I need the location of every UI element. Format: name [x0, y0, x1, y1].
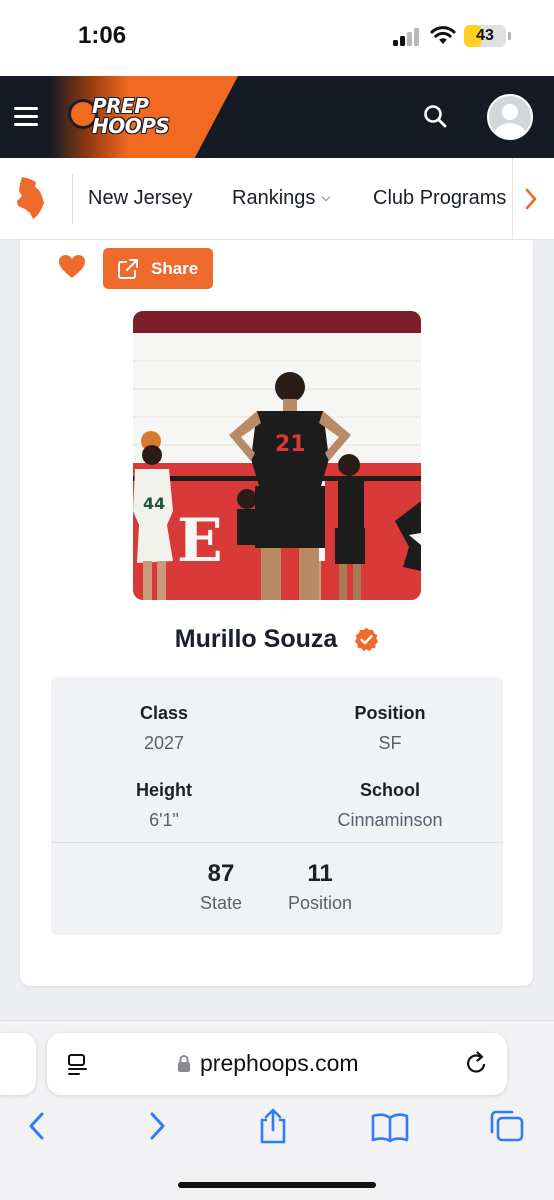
menu-icon[interactable]	[14, 107, 38, 127]
back-icon[interactable]	[26, 1108, 48, 1144]
bookmarks-icon[interactable]	[370, 1108, 410, 1144]
favorite-heart-icon[interactable]	[58, 254, 86, 280]
battery-level: 43	[476, 27, 494, 44]
player-name: Murillo Souza	[174, 624, 338, 653]
new-jersey-state-icon[interactable]	[16, 176, 46, 220]
nav-item-label: Rankings	[232, 187, 316, 209]
share-label: Share	[151, 259, 199, 278]
share-sheet-icon[interactable]	[256, 1108, 290, 1144]
state-navigation: New Jersey Rankings ⌵ Club Programs	[0, 158, 554, 240]
reload-icon[interactable]	[465, 1051, 489, 1077]
nav-item-club-programs[interactable]: Club Programs	[373, 187, 506, 210]
stat-school[interactable]: School Cinnaminson	[277, 780, 503, 831]
prephoops-logo[interactable]: PREP HOOPS	[66, 93, 176, 139]
rank-value: 11	[307, 860, 333, 887]
stat-label: School	[359, 780, 420, 800]
battery-nub	[508, 32, 511, 40]
stat-value: 6'1"	[149, 810, 179, 830]
user-avatar[interactable]	[487, 94, 533, 140]
rank-state: 87 State	[171, 860, 271, 914]
nav-item-new-jersey[interactable]: New Jersey	[88, 187, 192, 210]
rank-label: State	[199, 893, 243, 913]
wifi-icon	[430, 26, 456, 44]
battery-indicator: 43	[464, 25, 506, 47]
nav-divider	[72, 174, 73, 224]
svg-text:E: E	[177, 506, 223, 576]
chevron-right-icon[interactable]	[524, 187, 538, 211]
stat-label: Height	[136, 780, 192, 800]
stat-label: Class	[139, 703, 189, 723]
stat-position: Position SF	[277, 703, 503, 754]
photo-jersey-21: 21	[275, 432, 306, 457]
status-bar: 1:06 43	[0, 0, 554, 76]
player-photo: E 44 21	[133, 311, 421, 600]
nav-item-label: Club Programs	[373, 187, 507, 209]
chevron-down-icon: ⌵	[321, 190, 331, 204]
external-link-icon	[118, 259, 138, 279]
tabs-icon[interactable]	[488, 1108, 526, 1144]
logo-line1: PREP	[92, 94, 149, 118]
photo-jersey-44: 44	[143, 494, 165, 513]
player-name-row: Murillo Souza	[60, 624, 494, 654]
logo-line2: HOOPS	[92, 114, 170, 138]
stat-class: Class 2027	[51, 703, 277, 754]
page-menu-icon[interactable]	[67, 1053, 89, 1077]
status-time: 1:06	[78, 22, 127, 49]
address-bar[interactable]: prephoops.com	[47, 1033, 507, 1095]
stats-divider	[51, 842, 503, 843]
nav-item-rankings[interactable]: Rankings ⌵	[232, 187, 331, 210]
share-button[interactable]: Share	[103, 248, 213, 289]
stat-label: Position	[354, 703, 426, 723]
rank-value: 87	[207, 860, 235, 887]
home-indicator	[178, 1182, 376, 1188]
stat-value: 2027	[143, 733, 185, 753]
lock-icon	[178, 1055, 190, 1072]
url-text[interactable]: prephoops.com	[200, 1050, 359, 1077]
cellular-signal-icon	[393, 28, 423, 46]
stat-height: Height 6'1"	[51, 780, 277, 831]
rank-label: Position	[287, 893, 353, 913]
search-icon[interactable]	[422, 103, 450, 131]
player-stats: Class 2027 Position SF Height 6'1" Schoo…	[51, 677, 503, 935]
nav-item-label: New Jersey	[88, 187, 193, 209]
previous-tab-preview[interactable]	[0, 1033, 36, 1095]
stat-value[interactable]: Cinnaminson	[277, 810, 503, 831]
site-header: PREP HOOPS	[0, 76, 554, 158]
rank-position: 11 Position	[270, 860, 370, 914]
verified-badge-icon	[355, 627, 379, 651]
stat-value: SF	[378, 733, 402, 753]
forward-icon[interactable]	[146, 1108, 168, 1144]
